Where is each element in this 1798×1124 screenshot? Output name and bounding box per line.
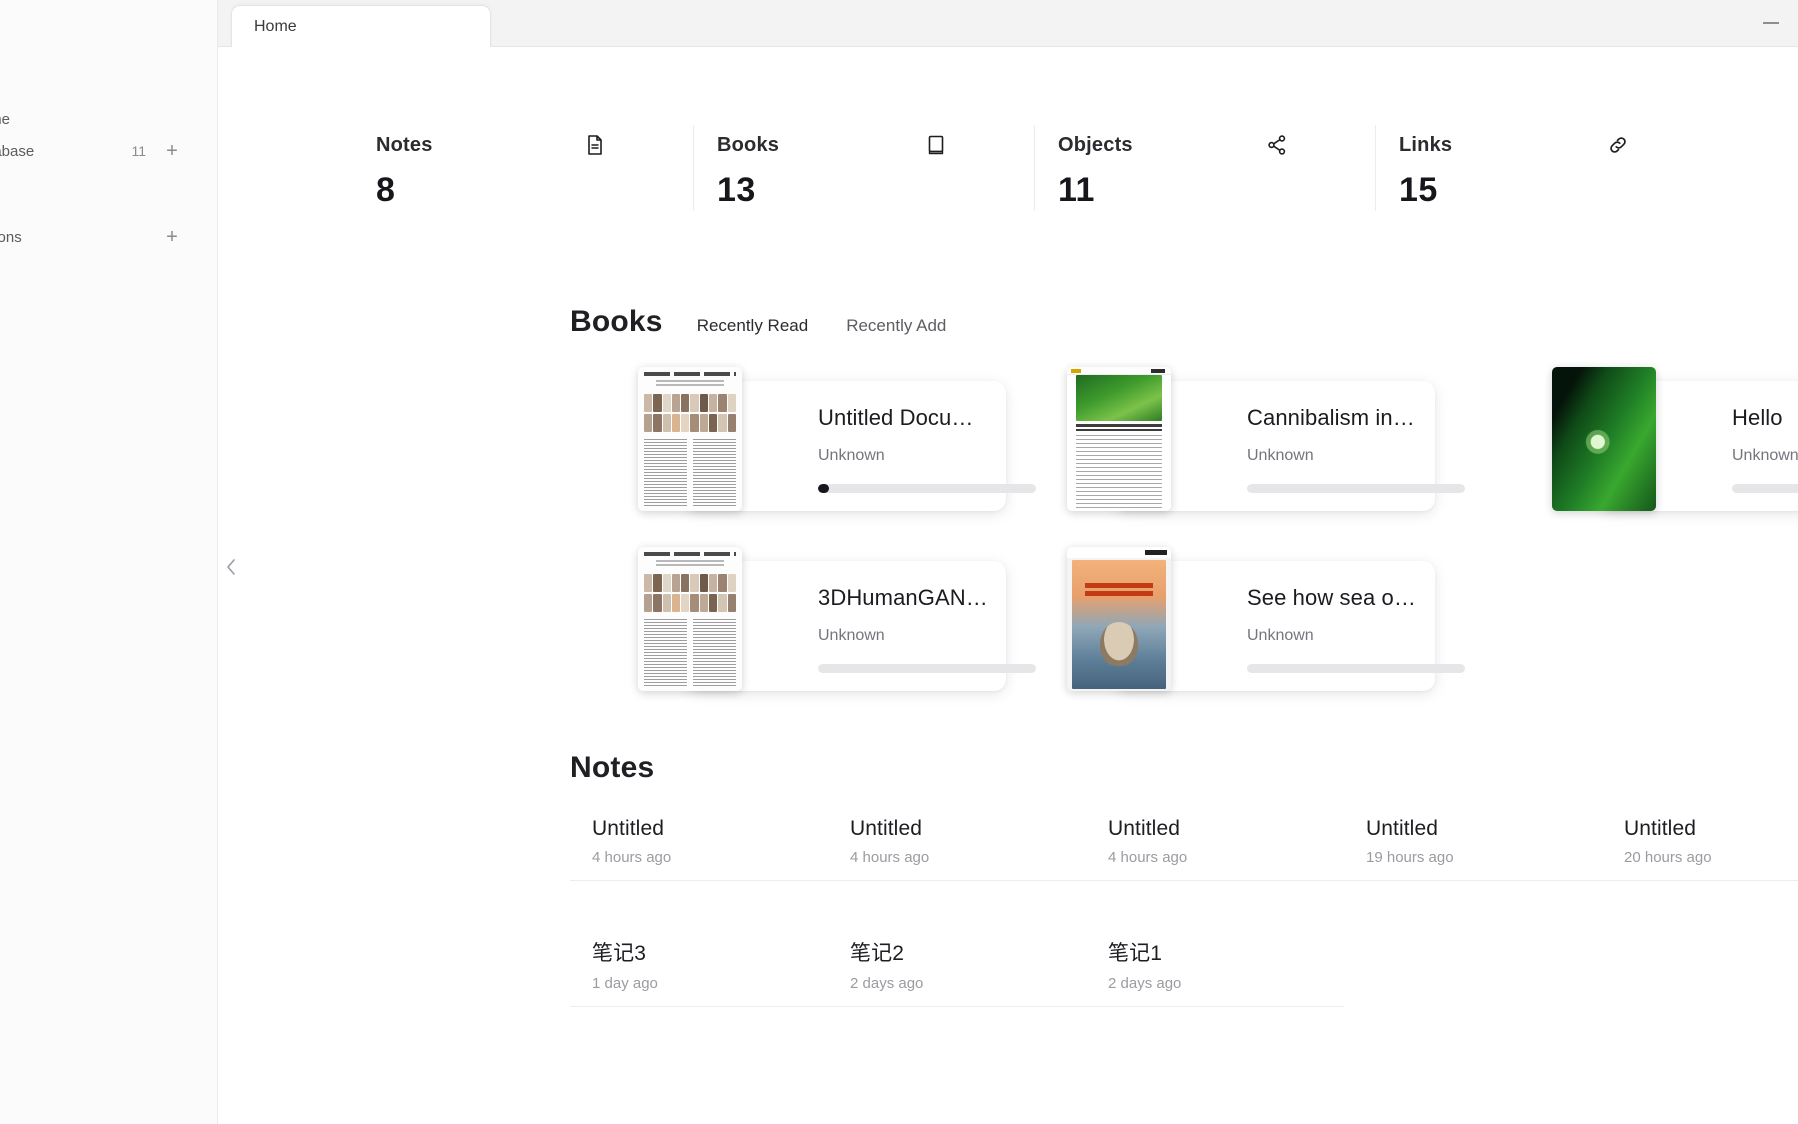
collapse-sidebar-button[interactable] — [218, 547, 244, 587]
tab-recently-add[interactable]: Recently Add — [842, 314, 950, 338]
note-card[interactable]: Untitled 4 hours ago — [828, 817, 1086, 881]
note-title: 笔记1 — [1108, 942, 1162, 965]
note-card[interactable]: Untitled 20 hours ago — [1602, 817, 1798, 881]
note-card[interactable]: 笔记1 2 days ago — [1086, 937, 1344, 1007]
chevron-left-icon — [227, 559, 235, 575]
book-author: Unknown — [1247, 627, 1314, 644]
link-chain-icon — [1606, 133, 1630, 157]
note-card[interactable]: 笔记2 2 days ago — [828, 937, 1086, 1007]
note-title: Untitled — [1624, 817, 1697, 840]
books-grid: Untitled Document Unknown Cannibalism in… — [570, 367, 1798, 719]
book-author: Unknown — [1247, 447, 1314, 464]
add-database-icon[interactable]: + — [164, 141, 180, 161]
book-title: 3DHumanGAN: To… — [818, 585, 988, 610]
document-icon — [583, 133, 607, 157]
book-cover-thumbnail — [638, 547, 742, 691]
notes-grid: Untitled 4 hours ago Untitled 4 hours ag… — [570, 817, 1798, 1049]
stat-card-links[interactable]: Links 15 — [1375, 113, 1716, 223]
app-window: Home Database 11 + Options + Home — [0, 0, 1798, 1124]
notes-row: 笔记3 1 day ago 笔记2 2 days ago 笔记1 2 days … — [570, 937, 1798, 1049]
book-progress-fill — [818, 484, 829, 493]
tab-recently-read[interactable]: Recently Read — [693, 314, 813, 338]
note-timestamp: 19 hours ago — [1366, 849, 1454, 866]
note-timestamp: 20 hours ago — [1624, 849, 1712, 866]
stat-value: 11 — [1058, 171, 1095, 209]
note-title: 笔记3 — [592, 942, 646, 965]
stat-card-books[interactable]: Books 13 — [693, 113, 1034, 223]
book-author: Unknown — [818, 627, 885, 644]
stat-label: Objects — [1058, 133, 1133, 156]
stat-card-objects[interactable]: Objects 11 — [1034, 113, 1375, 223]
sidebar: Home Database 11 + Options + — [0, 0, 218, 1124]
page-title-notes: Notes — [570, 751, 655, 784]
note-timestamp: 4 hours ago — [850, 849, 930, 866]
book-card[interactable]: 3DHumanGAN: To… Unknown — [638, 547, 1036, 691]
book-title: Cannibalism in ani… — [1247, 405, 1417, 430]
book-progress-bar[interactable] — [818, 484, 1036, 493]
tab-home[interactable]: Home — [231, 5, 491, 47]
add-option-icon[interactable]: + — [164, 227, 180, 247]
note-timestamp: 4 hours ago — [1108, 849, 1188, 866]
books-row: Untitled Document Unknown Cannibalism in… — [570, 367, 1798, 524]
book-cover-thumbnail — [1552, 367, 1656, 511]
book-title: See how sea otters … — [1247, 585, 1417, 610]
stat-card-notes[interactable]: Notes 8 — [352, 113, 693, 223]
sidebar-item-options[interactable]: Options + — [0, 222, 190, 252]
stat-label: Books — [717, 133, 780, 156]
note-title: Untitled — [850, 817, 923, 840]
book-progress-bar[interactable] — [818, 664, 1036, 673]
note-title: Untitled — [1108, 817, 1181, 840]
share-network-icon — [1265, 133, 1289, 157]
note-timestamp: 4 hours ago — [592, 849, 672, 866]
tab-strip: Home — [218, 0, 1798, 47]
notes-section-header: Notes — [570, 751, 654, 785]
book-cover-thumbnail — [1067, 547, 1171, 691]
note-title: Untitled — [592, 817, 665, 840]
notes-row: Untitled 4 hours ago Untitled 4 hours ag… — [570, 817, 1798, 923]
stat-value: 8 — [376, 171, 396, 209]
note-card[interactable]: Untitled 4 hours ago — [570, 817, 828, 881]
tab-label: Home — [254, 17, 297, 35]
main-content: Notes 8 Books 13 Objects 11 Links 15 Boo… — [218, 47, 1798, 1124]
book-title: Hello — [1732, 405, 1783, 430]
book-progress-bar[interactable] — [1247, 484, 1465, 493]
note-title: 笔记2 — [850, 942, 904, 965]
book-card[interactable]: Hello Unknown — [1552, 367, 1798, 511]
book-cover-thumbnail — [638, 367, 742, 511]
minimize-button[interactable] — [1754, 10, 1788, 36]
book-card[interactable]: Cannibalism in ani… Unknown — [1067, 367, 1465, 511]
books-row: 3DHumanGAN: To… Unknown See how sea otte… — [570, 547, 1798, 704]
note-card[interactable]: 笔记3 1 day ago — [570, 937, 828, 1007]
note-card[interactable]: Untitled 4 hours ago — [1086, 817, 1344, 881]
book-cover-thumbnail — [1067, 367, 1171, 511]
sidebar-item-label: Options — [0, 228, 22, 246]
book-progress-bar[interactable] — [1732, 484, 1798, 493]
note-timestamp: 2 days ago — [1108, 975, 1182, 992]
book-card[interactable]: Untitled Document Unknown — [638, 367, 1036, 511]
book-icon — [924, 133, 948, 157]
book-title: Untitled Document — [818, 405, 988, 430]
stat-value: 15 — [1399, 171, 1438, 209]
stat-label: Links — [1399, 133, 1453, 156]
page-title-books: Books — [570, 305, 663, 338]
sidebar-item-home[interactable]: Home — [0, 104, 190, 134]
books-section-header: Books Recently Read Recently Add — [570, 305, 950, 339]
note-card[interactable]: Untitled 19 hours ago — [1344, 817, 1602, 881]
stat-value: 13 — [717, 171, 756, 209]
stats-strip: Notes 8 Books 13 Objects 11 Links 15 — [352, 113, 1716, 223]
book-author: Unknown — [1732, 447, 1798, 464]
book-progress-bar[interactable] — [1247, 664, 1465, 673]
sidebar-item-label: Home — [0, 110, 11, 128]
sidebar-item-count: 11 — [131, 143, 146, 159]
sidebar-item-database[interactable]: Database 11 + — [0, 136, 190, 166]
note-timestamp: 1 day ago — [592, 975, 658, 992]
stat-label: Notes — [376, 133, 433, 156]
sidebar-item-label: Database — [0, 142, 35, 160]
minimize-icon — [1763, 22, 1779, 24]
note-title: Untitled — [1366, 817, 1439, 840]
book-author: Unknown — [818, 447, 885, 464]
book-card[interactable]: See how sea otters … Unknown — [1067, 547, 1465, 691]
note-timestamp: 2 days ago — [850, 975, 924, 992]
